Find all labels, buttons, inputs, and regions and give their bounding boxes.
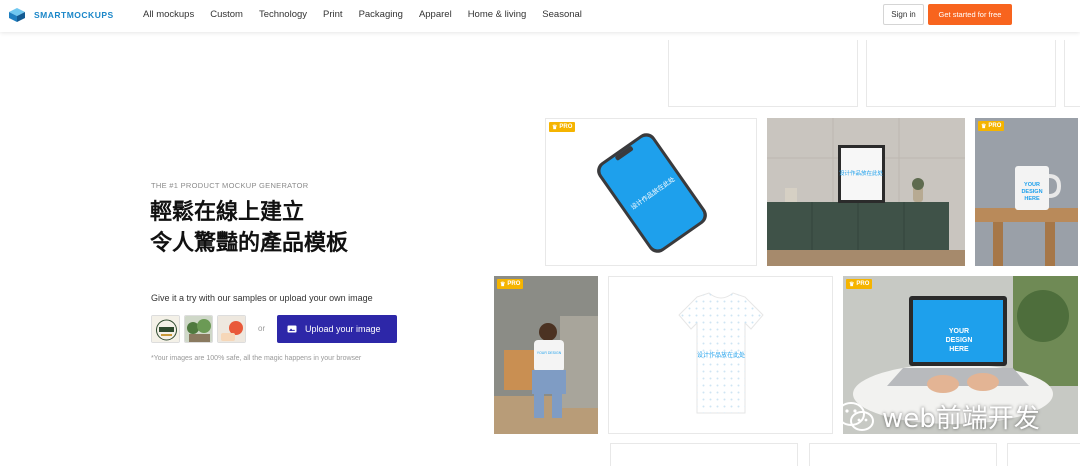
nav-seasonal[interactable]: Seasonal xyxy=(542,9,582,20)
privacy-note: *Your images are 100% safe, all the magi… xyxy=(151,355,362,362)
tshirt-design-text: 设计作品放在此处 xyxy=(697,351,745,359)
crown-icon: ♛ xyxy=(981,123,987,130)
brand-logo[interactable]: SMARTMOCKUPS xyxy=(8,7,114,23)
frame-design-text: 设计作品放在此处 xyxy=(839,169,884,177)
main-nav: All mockups Custom Technology Print Pack… xyxy=(143,9,598,20)
nav-technology[interactable]: Technology xyxy=(259,9,307,20)
samples-prompt: Give it a try with our samples or upload… xyxy=(151,293,373,303)
mockup-card-top-1[interactable] xyxy=(668,40,858,107)
mockup-card-frame[interactable]: 设计作品放在此处 xyxy=(767,118,965,266)
nav-all-mockups[interactable]: All mockups xyxy=(143,9,194,20)
sample-logo-thumbnail xyxy=(152,316,179,342)
nav-custom[interactable]: Custom xyxy=(210,9,243,20)
crown-icon: ♛ xyxy=(552,124,558,131)
top-navbar: SMARTMOCKUPS All mockups Custom Technolo… xyxy=(0,0,1080,32)
mockup-card-person[interactable]: ♛ PRO YOUR DESIGN xyxy=(494,276,598,434)
image-upload-icon xyxy=(287,325,297,333)
mug-text-2: DESIGN xyxy=(1021,189,1042,195)
mockup-card-phone[interactable]: ♛ PRO 设计作品放在此处 xyxy=(545,118,757,266)
frame-mockup-image: 设计作品放在此处 xyxy=(767,118,965,266)
sample-plants-thumbnail xyxy=(185,316,212,342)
sample-food-thumbnail xyxy=(218,316,245,342)
pro-badge: ♛ PRO xyxy=(549,122,576,132)
laptop-text-3: HERE xyxy=(949,346,969,353)
mockup-card-tshirt[interactable]: 设计作品放在此处 xyxy=(608,276,833,434)
laptop-text-2: DESIGN xyxy=(946,337,973,344)
upload-button-label: Upload your image xyxy=(305,324,381,334)
mug-text-1: YOUR xyxy=(1024,182,1040,188)
get-started-button[interactable]: Get started for free xyxy=(928,4,1012,25)
mockup-card-bottom-3[interactable] xyxy=(1007,443,1080,466)
headline-line-2: 令人驚豔的產品模板 xyxy=(150,230,349,255)
signin-button[interactable]: Sign in xyxy=(883,4,924,25)
headline-line-1: 輕鬆在線上建立 xyxy=(150,199,305,224)
or-separator: or xyxy=(258,324,266,333)
pro-label: PRO xyxy=(988,123,1002,129)
crown-icon: ♛ xyxy=(849,281,855,288)
person-shirt-text: YOUR DESIGN xyxy=(537,351,562,355)
sample-image-1[interactable] xyxy=(151,315,180,343)
hero-headline: 輕鬆在線上建立 令人驚豔的產品模板 xyxy=(150,196,348,258)
logo-icon xyxy=(9,8,25,22)
pro-label: PRO xyxy=(507,281,521,287)
wechat-icon xyxy=(837,401,874,431)
phone-mockup-image: 设计作品放在此处 xyxy=(597,133,707,253)
laptop-text-1: YOUR xyxy=(949,328,969,335)
person-mockup-image: YOUR DESIGN xyxy=(494,276,598,434)
pro-label: PRO xyxy=(856,281,870,287)
hero-eyebrow: THE #1 PRODUCT MOCKUP GENERATOR xyxy=(151,181,309,190)
mockup-card-bottom-2[interactable] xyxy=(809,443,997,466)
nav-apparel[interactable]: Apparel xyxy=(419,9,452,20)
brand-name: SMARTMOCKUPS xyxy=(34,10,114,20)
mug-text-3: HERE xyxy=(1024,196,1040,202)
pro-badge: ♛ PRO xyxy=(846,279,873,289)
pro-label: PRO xyxy=(559,124,573,130)
upload-image-button[interactable]: Upload your image xyxy=(277,315,397,343)
mockup-card-top-3[interactable] xyxy=(1064,40,1080,107)
pro-badge: ♛ PRO xyxy=(978,121,1005,131)
nav-home-living[interactable]: Home & living xyxy=(468,9,527,20)
crown-icon: ♛ xyxy=(500,281,506,288)
sample-image-3[interactable] xyxy=(217,315,246,343)
mockup-card-top-2[interactable] xyxy=(866,40,1056,107)
pro-badge: ♛ PRO xyxy=(497,279,524,289)
nav-packaging[interactable]: Packaging xyxy=(359,9,403,20)
sample-image-2[interactable] xyxy=(184,315,213,343)
nav-print[interactable]: Print xyxy=(323,9,343,20)
mug-mockup-image: YOUR DESIGN HERE xyxy=(975,118,1078,266)
watermark-text: web前端开发 xyxy=(882,404,1040,434)
mockup-card-bottom-1[interactable] xyxy=(610,443,798,466)
tshirt-mockup-image: 设计作品放在此处 xyxy=(678,292,764,414)
watermark: web前端开发 xyxy=(836,398,1040,435)
mockup-card-mug[interactable]: ♛ PRO YOUR DESIGN HERE xyxy=(975,118,1078,266)
